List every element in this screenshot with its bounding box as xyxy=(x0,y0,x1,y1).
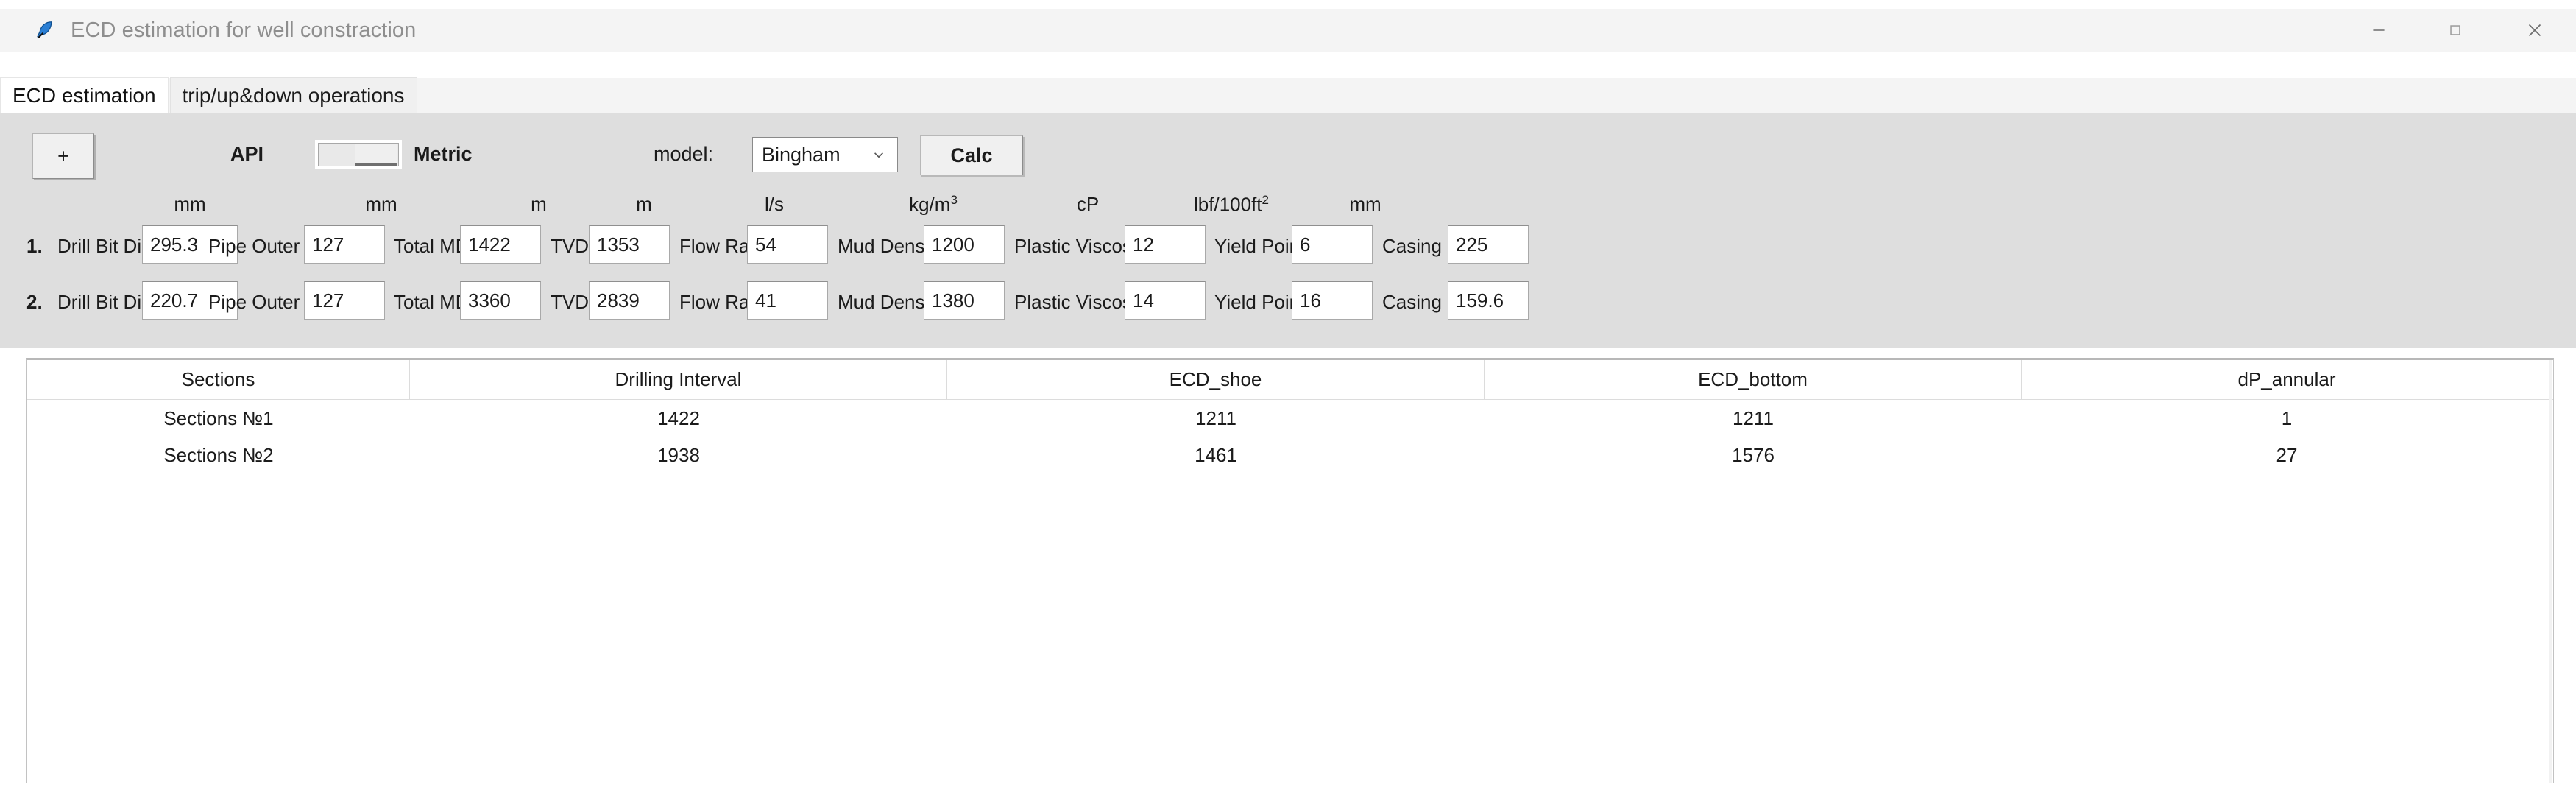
cell-dp-annular: 27 xyxy=(2276,443,2298,466)
tab-ecd-estimation[interactable]: ECD estimation xyxy=(0,77,169,113)
row-index: 2. xyxy=(26,291,43,313)
feather-icon xyxy=(32,18,57,43)
results-table: Sections Drilling Interval ECD_shoe ECD_… xyxy=(26,358,2554,783)
cell-ecd-bottom: 1211 xyxy=(1733,406,1774,429)
table-row[interactable]: Sections №2 1938 1461 1576 27 xyxy=(27,437,2553,473)
close-button[interactable] xyxy=(2494,9,2576,52)
input-tvd[interactable]: 2839 xyxy=(589,281,670,320)
window-title: ECD estimation for well constraction xyxy=(71,18,417,42)
input-tvd[interactable]: 1353 xyxy=(589,225,670,264)
column-header-ecd-shoe: ECD_shoe xyxy=(947,360,1485,399)
title-bar: ECD estimation for well constraction xyxy=(0,9,2576,52)
unit-casing-id: mm xyxy=(1349,193,1381,215)
cell-drilling-interval: 1422 xyxy=(657,406,700,429)
unit-pipe-diameter: mm xyxy=(365,193,397,215)
column-header-drilling-interval: Drilling Interval xyxy=(410,360,947,399)
unit-flow-rate: l/s xyxy=(765,193,784,215)
cell-sections: Sections №1 xyxy=(163,406,274,429)
section-row-2: 2. Drill Bit Diameter 220.7 Pipe Outer D… xyxy=(0,281,2576,323)
unit-total-md: m xyxy=(531,193,547,215)
model-select-value: Bingham xyxy=(762,143,841,166)
results-table-header: Sections Drilling Interval ECD_shoe ECD_… xyxy=(27,360,2553,400)
vertical-scrollbar[interactable] xyxy=(2549,360,2552,783)
toggle-track xyxy=(318,143,399,166)
table-row[interactable]: Sections №1 1422 1211 1211 1 xyxy=(27,400,2553,437)
toolbar: + API Metric model: Bingham Calc xyxy=(0,131,2576,179)
input-mud-density[interactable]: 1380 xyxy=(924,281,1005,320)
cell-dp-annular: 1 xyxy=(2281,406,2293,429)
input-pipe-outer-diameter[interactable]: 127 xyxy=(304,281,385,320)
tab-trip-up-down-operations[interactable]: trip/up&down operations xyxy=(169,77,417,113)
application-window: ECD estimation for well constraction ECD xyxy=(0,0,2576,810)
input-pipe-outer-diameter[interactable]: 127 xyxy=(304,225,385,264)
label-tvd: TVD xyxy=(551,235,589,257)
window-controls xyxy=(2340,9,2576,52)
tab-label: ECD estimation xyxy=(13,83,156,107)
api-unit-label: API xyxy=(230,143,264,165)
model-select[interactable]: Bingham xyxy=(752,137,898,172)
cell-ecd-shoe: 1461 xyxy=(1195,443,1237,466)
column-header-ecd-bottom: ECD_bottom xyxy=(1485,360,2022,399)
input-total-md[interactable]: 1422 xyxy=(460,225,541,264)
column-header-sections: Sections xyxy=(27,360,410,399)
unit-bit-diameter: mm xyxy=(174,193,206,215)
column-header-dp-annular: dP_annular xyxy=(2237,368,2336,390)
minimize-button[interactable] xyxy=(2340,9,2417,52)
units-header-row: mm mm m m l/s kg/m3 cP lbf/100ft2 mm xyxy=(0,193,2576,222)
input-plastic-viscosity[interactable]: 12 xyxy=(1125,225,1206,264)
tab-label: trip/up&down operations xyxy=(182,83,405,107)
toggle-knob xyxy=(355,144,397,166)
unit-mud-density: kg/m3 xyxy=(909,193,958,216)
unit-plastic-viscosity: cP xyxy=(1076,193,1100,215)
input-yield-point[interactable]: 6 xyxy=(1292,225,1373,264)
chevron-down-icon xyxy=(869,145,888,164)
input-total-md[interactable]: 3360 xyxy=(460,281,541,320)
input-flow-rate[interactable]: 41 xyxy=(747,281,828,320)
label-tvd: TVD xyxy=(551,291,589,313)
calc-button[interactable]: Calc xyxy=(920,135,1023,175)
input-panel: + API Metric model: Bingham Calc mm mm m… xyxy=(0,113,2576,348)
cell-ecd-shoe: 1211 xyxy=(1195,406,1236,429)
cell-drilling-interval: 1938 xyxy=(657,443,700,466)
cell-ecd-bottom: 1576 xyxy=(1732,443,1774,466)
input-plastic-viscosity[interactable]: 14 xyxy=(1125,281,1206,320)
model-label: model: xyxy=(654,143,714,165)
section-row-1: 1. Drill Bit Diameter 295.3 Pipe Outer D… xyxy=(0,225,2576,267)
input-casing-id[interactable]: 225 xyxy=(1448,225,1529,264)
unit-yield-point: lbf/100ft2 xyxy=(1194,193,1269,216)
input-mud-density[interactable]: 1200 xyxy=(924,225,1005,264)
metric-unit-label: Metric xyxy=(414,143,473,165)
add-section-button[interactable]: + xyxy=(32,133,94,179)
label-total-md: Total MD xyxy=(394,235,470,257)
cell-sections: Sections №2 xyxy=(163,443,274,466)
row-index: 1. xyxy=(26,235,43,257)
label-total-md: Total MD xyxy=(394,291,470,313)
input-yield-point[interactable]: 16 xyxy=(1292,281,1373,320)
unit-tvd: m xyxy=(636,193,652,215)
unit-system-toggle[interactable] xyxy=(315,140,402,169)
input-flow-rate[interactable]: 54 xyxy=(747,225,828,264)
tab-strip: ECD estimation trip/up&down operations xyxy=(0,77,2576,113)
maximize-button[interactable] xyxy=(2417,9,2494,52)
input-casing-id[interactable]: 159.6 xyxy=(1448,281,1529,320)
